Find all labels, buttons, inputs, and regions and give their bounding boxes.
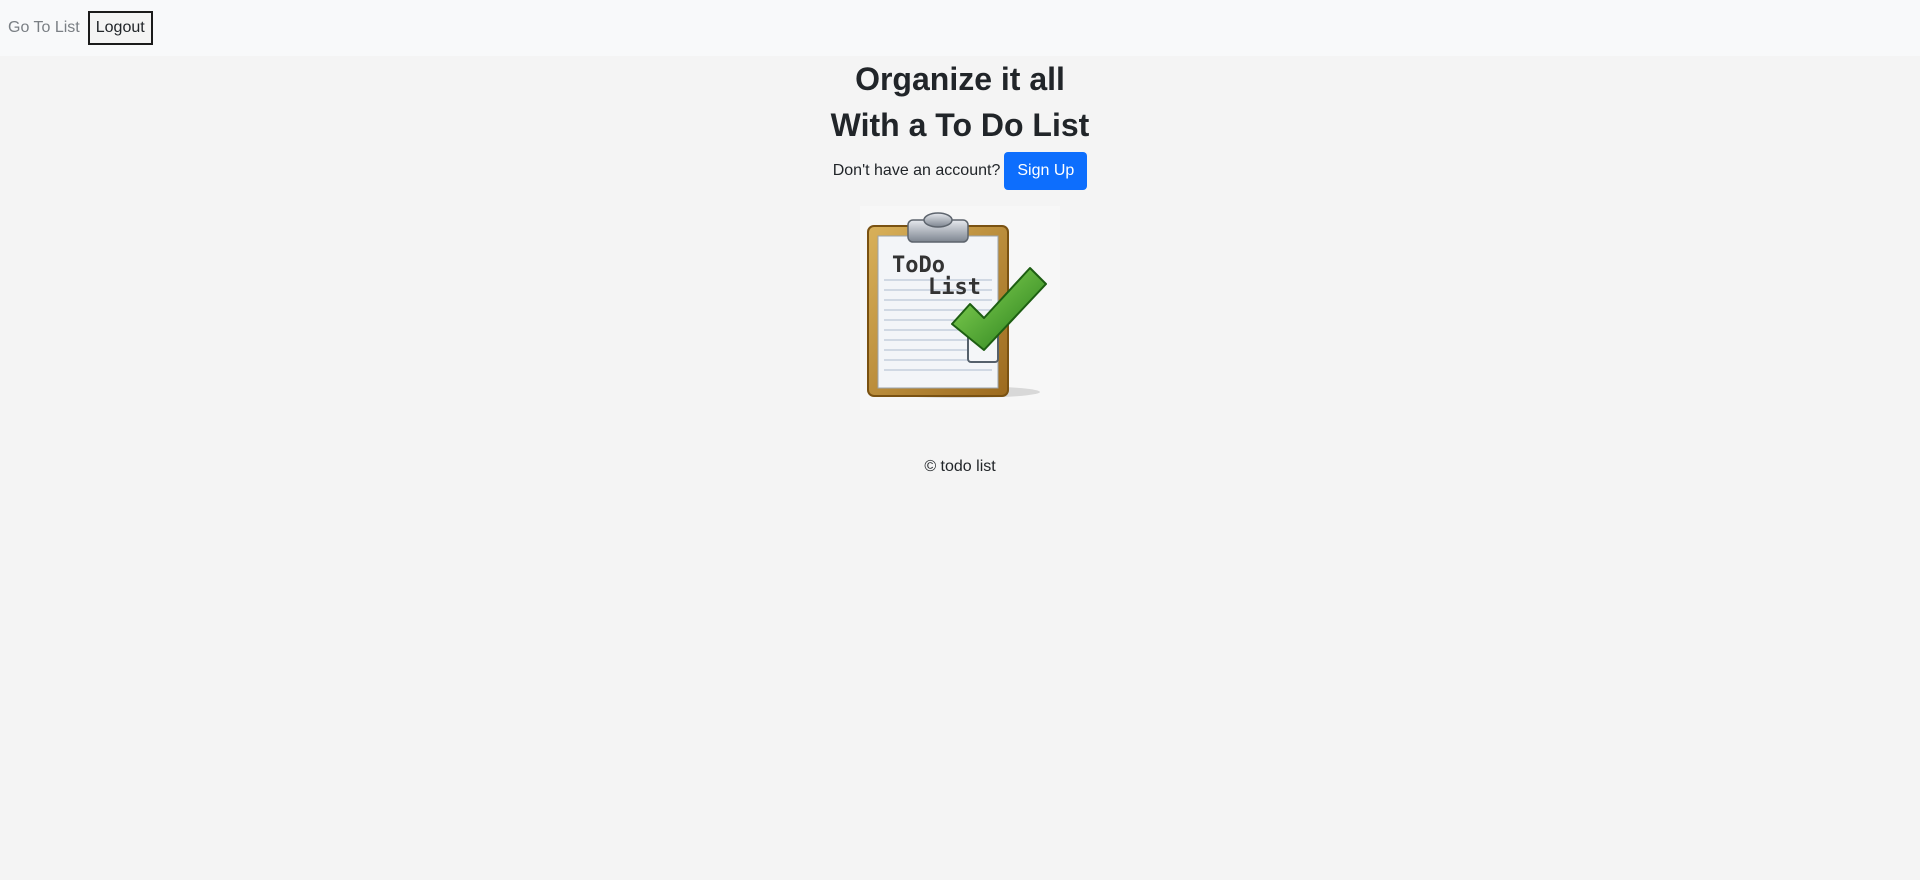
headline-line2: With a To Do List (830, 107, 1090, 143)
navbar: Go To List Logout (0, 0, 1920, 56)
logout-button[interactable]: Logout (87, 11, 153, 45)
footer-copyright: © todo list (924, 458, 996, 475)
headline-line1: Organize it all (855, 61, 1065, 97)
go-to-list-link[interactable]: Go To List (8, 13, 80, 43)
footer: © todo list (0, 458, 1920, 476)
signup-prompt: Don't have an account? (832, 162, 1001, 179)
todo-logo: ToDo List (860, 206, 1060, 410)
sign-up-button[interactable]: Sign Up (1004, 152, 1088, 190)
main-content: Organize it all With a To Do List Don't … (0, 56, 1920, 410)
signup-row: Don't have an account? Sign Up (0, 152, 1920, 190)
logo-text-list: List (928, 275, 981, 300)
clipboard-checkmark-icon: ToDo List (867, 212, 1047, 398)
